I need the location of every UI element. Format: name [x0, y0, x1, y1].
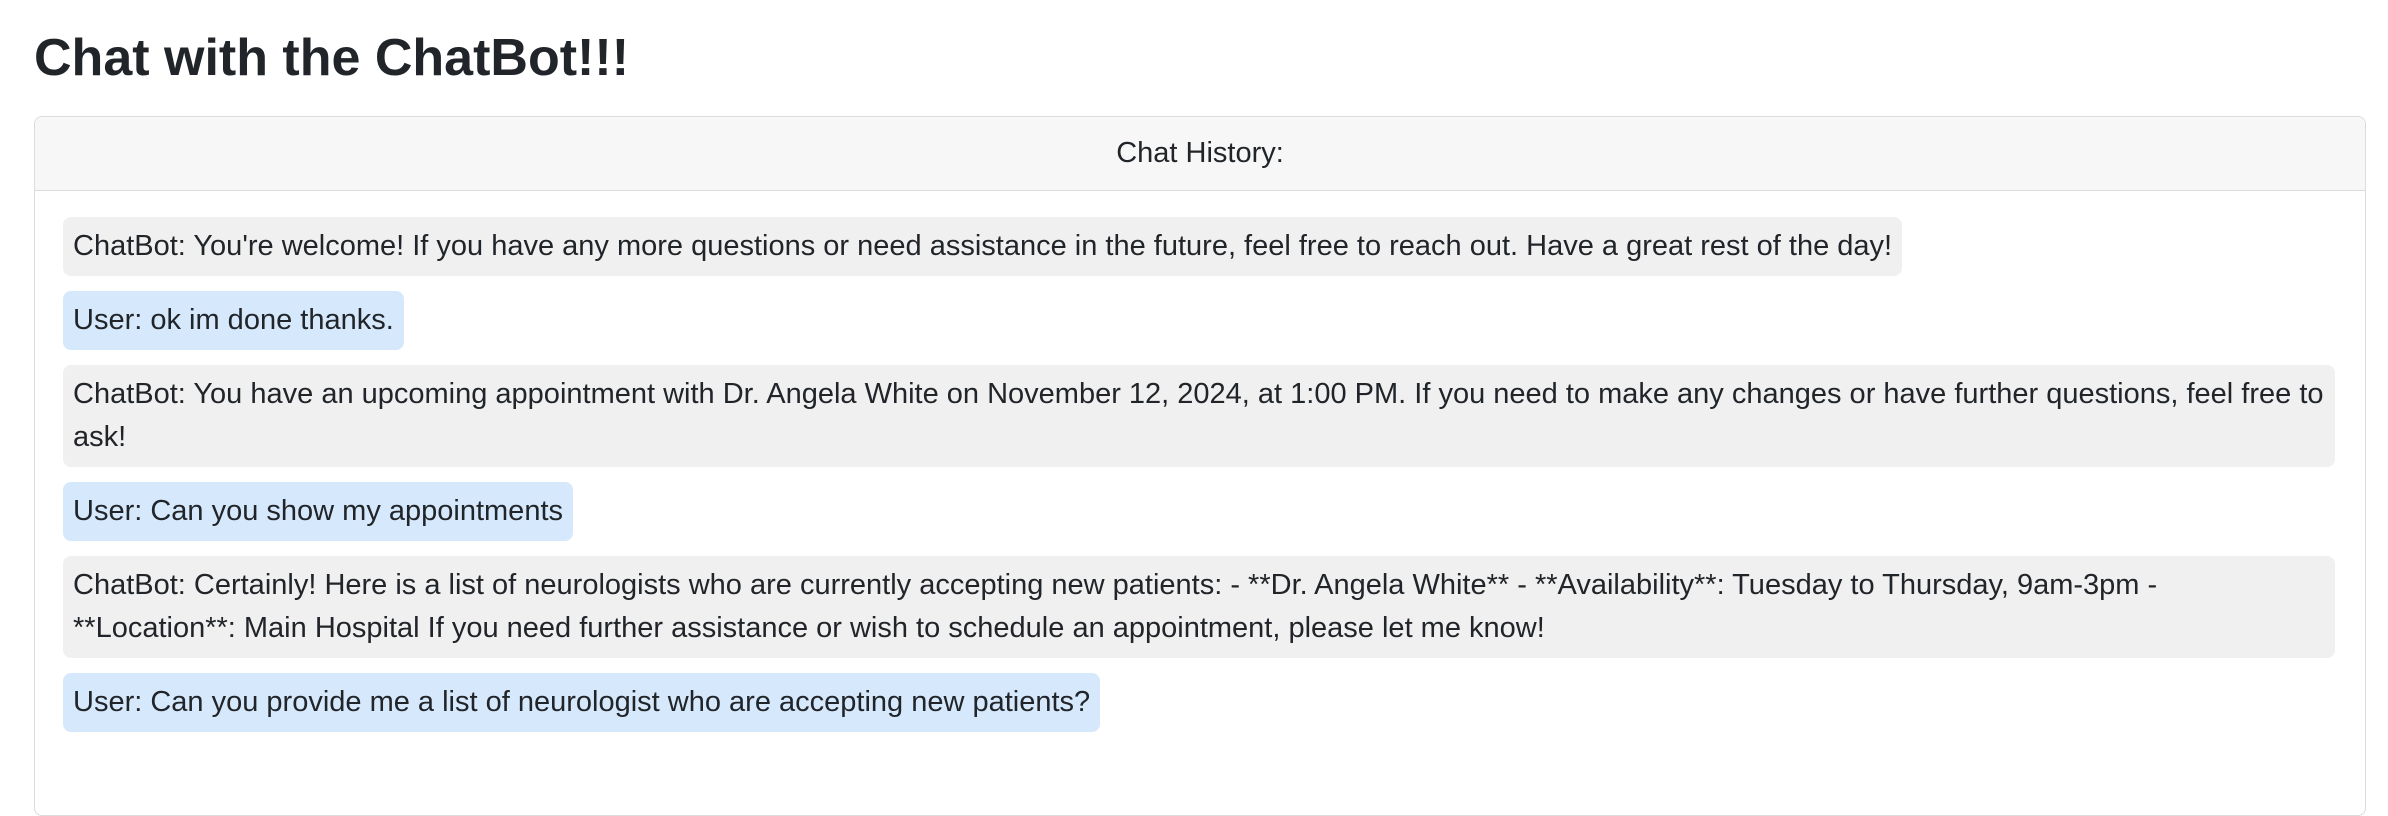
- chatbot-message: ChatBot: You have an upcoming appointmen…: [63, 365, 2335, 467]
- user-message: User: ok im done thanks.: [63, 291, 404, 350]
- page-title: Chat with the ChatBot!!!: [34, 29, 630, 87]
- chatbot-message: ChatBot: You're welcome! If you have any…: [63, 217, 1903, 276]
- message-list: ChatBot: You're welcome! If you have any…: [63, 217, 2337, 747]
- user-message: User: Can you provide me a list of neuro…: [63, 673, 1101, 732]
- chat-page: Chat with the ChatBot!!! Chat History: C…: [0, 0, 2388, 816]
- chat-history-body[interactable]: ChatBot: You're welcome! If you have any…: [35, 191, 2365, 747]
- chat-history-card: Chat History: ChatBot: You're welcome! I…: [34, 116, 2366, 816]
- chat-history-header: Chat History:: [35, 117, 2365, 191]
- chatbot-message: ChatBot: Certainly! Here is a list of ne…: [63, 556, 2335, 658]
- user-message: User: Can you show my appointments: [63, 482, 573, 541]
